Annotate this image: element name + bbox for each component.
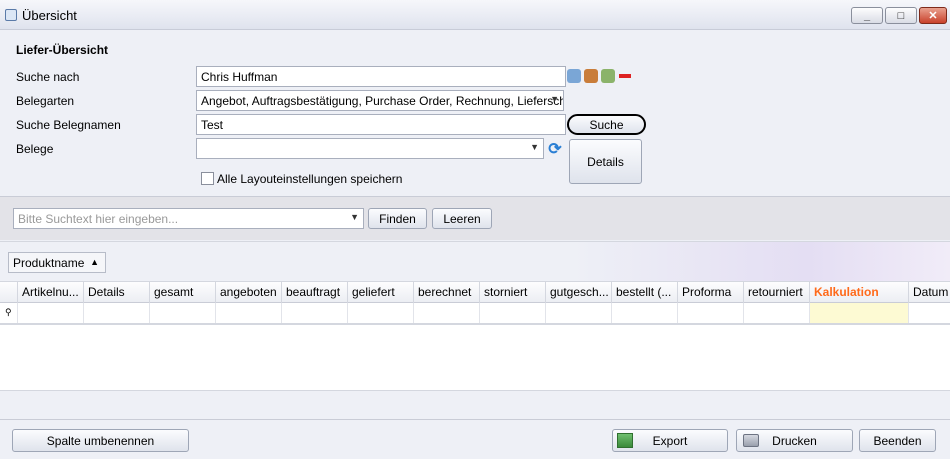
export-label: Export — [652, 433, 688, 448]
grid-footer — [0, 390, 950, 420]
column-header[interactable]: angeboten — [215, 282, 281, 303]
filter-cell[interactable] — [743, 303, 809, 323]
filter-cell[interactable] — [347, 303, 413, 323]
export-icon — [617, 433, 633, 448]
minimize-icon: _ — [863, 9, 871, 22]
search-button[interactable]: Suche — [567, 114, 646, 135]
window-title: Übersicht — [22, 8, 77, 23]
group-chip-label: Produktname — [13, 256, 85, 270]
print-label: Drucken — [772, 433, 817, 448]
search-icons — [567, 69, 632, 83]
close-icon: ✕ — [928, 10, 938, 22]
chevron-down-icon: ▼ — [530, 142, 539, 152]
person-card-icon[interactable] — [567, 69, 581, 83]
column-header[interactable]: bestellt (... — [611, 282, 677, 303]
filter-cell[interactable] — [413, 303, 479, 323]
grid-body — [0, 327, 950, 390]
filter-row-icon: ⚲ — [5, 307, 12, 317]
rename-column-button[interactable]: Spalte umbenennen — [12, 429, 189, 452]
filter-cell[interactable] — [281, 303, 347, 323]
column-header[interactable]: berechnet — [413, 282, 479, 303]
bottom-bar: Spalte umbenennen Export Drucken Beenden — [0, 419, 950, 459]
remove-icon[interactable] — [618, 69, 632, 83]
filter-cell[interactable] — [215, 303, 281, 323]
filter-cell[interactable] — [17, 303, 83, 323]
column-header[interactable]: gesamt — [149, 282, 215, 303]
column-header[interactable]: storniert — [479, 282, 545, 303]
minimize-button[interactable]: _ — [851, 7, 883, 24]
print-button[interactable]: Drucken — [736, 429, 853, 452]
sort-up-icon: ▲ — [90, 257, 99, 267]
column-header[interactable]: gutgesch... — [545, 282, 611, 303]
search-placeholder: Bitte Suchtext hier eingeben... — [18, 212, 179, 226]
column-header[interactable]: Artikelnu... — [17, 282, 83, 303]
grid-header: Artikelnu... Details gesamt angeboten be… — [0, 281, 950, 303]
column-header[interactable]: Details — [83, 282, 149, 303]
doc-name-input[interactable]: Test — [196, 114, 566, 135]
close-button[interactable]: ✕ — [919, 7, 947, 24]
doc-name-label: Suche Belegnamen — [16, 118, 121, 132]
clear-button[interactable]: Leeren — [432, 208, 492, 229]
filter-cell[interactable] — [545, 303, 611, 323]
search-input[interactable]: Bitte Suchtext hier eingeben... ▼ — [13, 208, 364, 229]
refresh-icon[interactable]: ⟳ — [546, 141, 564, 159]
column-header[interactable]: geliefert — [347, 282, 413, 303]
data-grid: Produktname ▲ Artikelnu... Details gesam… — [0, 241, 950, 420]
close-dialog-button[interactable]: Beenden — [859, 429, 936, 452]
app-icon — [5, 9, 17, 21]
filter-cell[interactable] — [479, 303, 545, 323]
chevron-down-icon: ▼ — [550, 94, 559, 104]
printer-icon — [743, 434, 759, 447]
auto-filter-row: ⚲ — [0, 303, 950, 325]
doc-types-value: Angebot, Auftragsbestätigung, Purchase O… — [201, 94, 564, 108]
maximize-icon: □ — [897, 9, 905, 22]
find-panel: Bitte Suchtext hier eingeben... ▼ Finden… — [0, 196, 950, 240]
export-button[interactable]: Export — [612, 429, 728, 452]
maximize-button[interactable]: □ — [885, 7, 917, 24]
column-header[interactable]: retourniert — [743, 282, 809, 303]
search-by-field[interactable]: Chris Huffman — [196, 66, 566, 87]
column-header[interactable]: beauftragt — [281, 282, 347, 303]
chevron-down-icon[interactable]: ▼ — [350, 212, 359, 222]
doc-types-combo[interactable]: Angebot, Auftragsbestätigung, Purchase O… — [196, 90, 564, 111]
filter-cell[interactable] — [908, 303, 950, 323]
section-title: Liefer-Übersicht — [16, 43, 109, 57]
save-layout-label: Alle Layouteinstellungen speichern — [217, 172, 403, 186]
details-button[interactable]: Details — [569, 139, 642, 184]
documents-label: Belege — [16, 142, 54, 156]
house-icon[interactable] — [584, 69, 598, 83]
title-bar: Übersicht _ □ ✕ — [0, 0, 950, 30]
filter-cell[interactable] — [149, 303, 215, 323]
documents-combo[interactable]: ▼ — [196, 138, 544, 159]
filter-cell-kalkulation[interactable] — [809, 303, 908, 323]
column-header-kalkulation[interactable]: Kalkulation — [809, 282, 908, 303]
filter-cell[interactable] — [677, 303, 743, 323]
group-panel: Produktname ▲ — [0, 242, 950, 281]
filter-cell[interactable] — [83, 303, 149, 323]
doc-types-label: Belegarten — [16, 94, 75, 108]
search-by-label: Suche nach — [16, 70, 80, 84]
filter-cell[interactable] — [611, 303, 677, 323]
find-button[interactable]: Finden — [368, 208, 427, 229]
group-chip-productname[interactable]: Produktname ▲ — [8, 252, 106, 273]
column-header[interactable]: Datum — [908, 282, 950, 303]
people-icon[interactable] — [601, 69, 615, 83]
save-layout-checkbox[interactable] — [201, 172, 214, 185]
form-area: Liefer-Übersicht Suche nach Chris Huffma… — [0, 31, 950, 195]
row-indicator-header — [0, 282, 17, 303]
column-header[interactable]: Proforma — [677, 282, 743, 303]
